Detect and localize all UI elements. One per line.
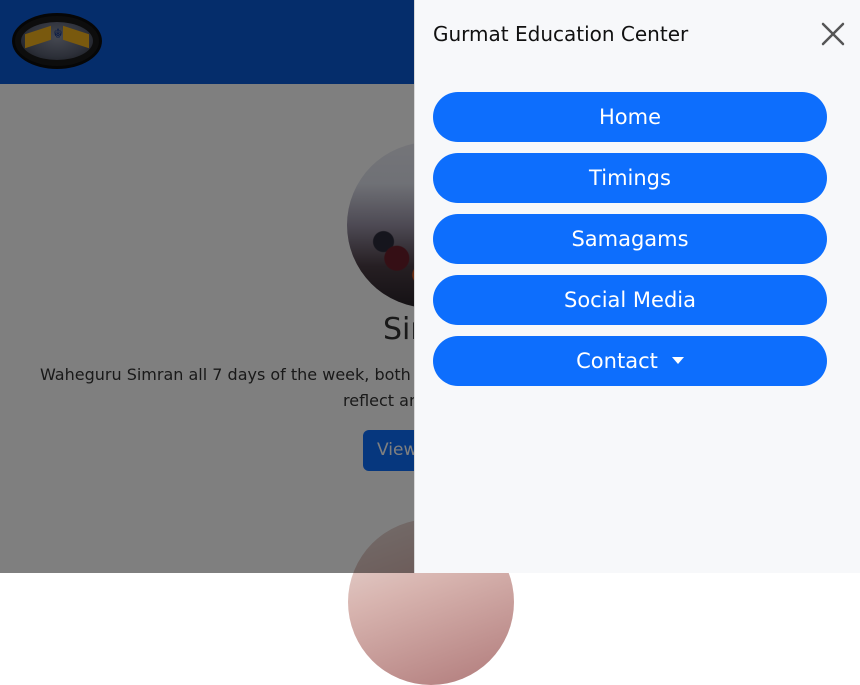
nav-item-label: Samagams — [571, 227, 689, 251]
offcanvas-menu: Gurmat Education Center Home Timings Sam… — [414, 0, 860, 573]
nav-item-social-media[interactable]: Social Media — [433, 275, 827, 325]
nav-item-label: Timings — [589, 166, 671, 190]
nav-item-label: Contact — [576, 349, 658, 373]
offcanvas-title: Gurmat Education Center — [433, 22, 689, 46]
nav-item-contact[interactable]: Contact — [433, 336, 827, 386]
nav-item-label: Social Media — [563, 288, 696, 312]
nav-item-label: Home — [598, 105, 661, 129]
offcanvas-backdrop[interactable] — [0, 0, 414, 573]
close-icon[interactable] — [819, 20, 847, 48]
caret-down-icon — [671, 356, 684, 364]
nav-item-timings[interactable]: Timings — [433, 153, 827, 203]
nav-item-home[interactable]: Home — [433, 92, 827, 142]
offcanvas-nav: Home Timings Samagams Social Media Conta… — [433, 92, 827, 397]
nav-item-samagams[interactable]: Samagams — [433, 214, 827, 264]
